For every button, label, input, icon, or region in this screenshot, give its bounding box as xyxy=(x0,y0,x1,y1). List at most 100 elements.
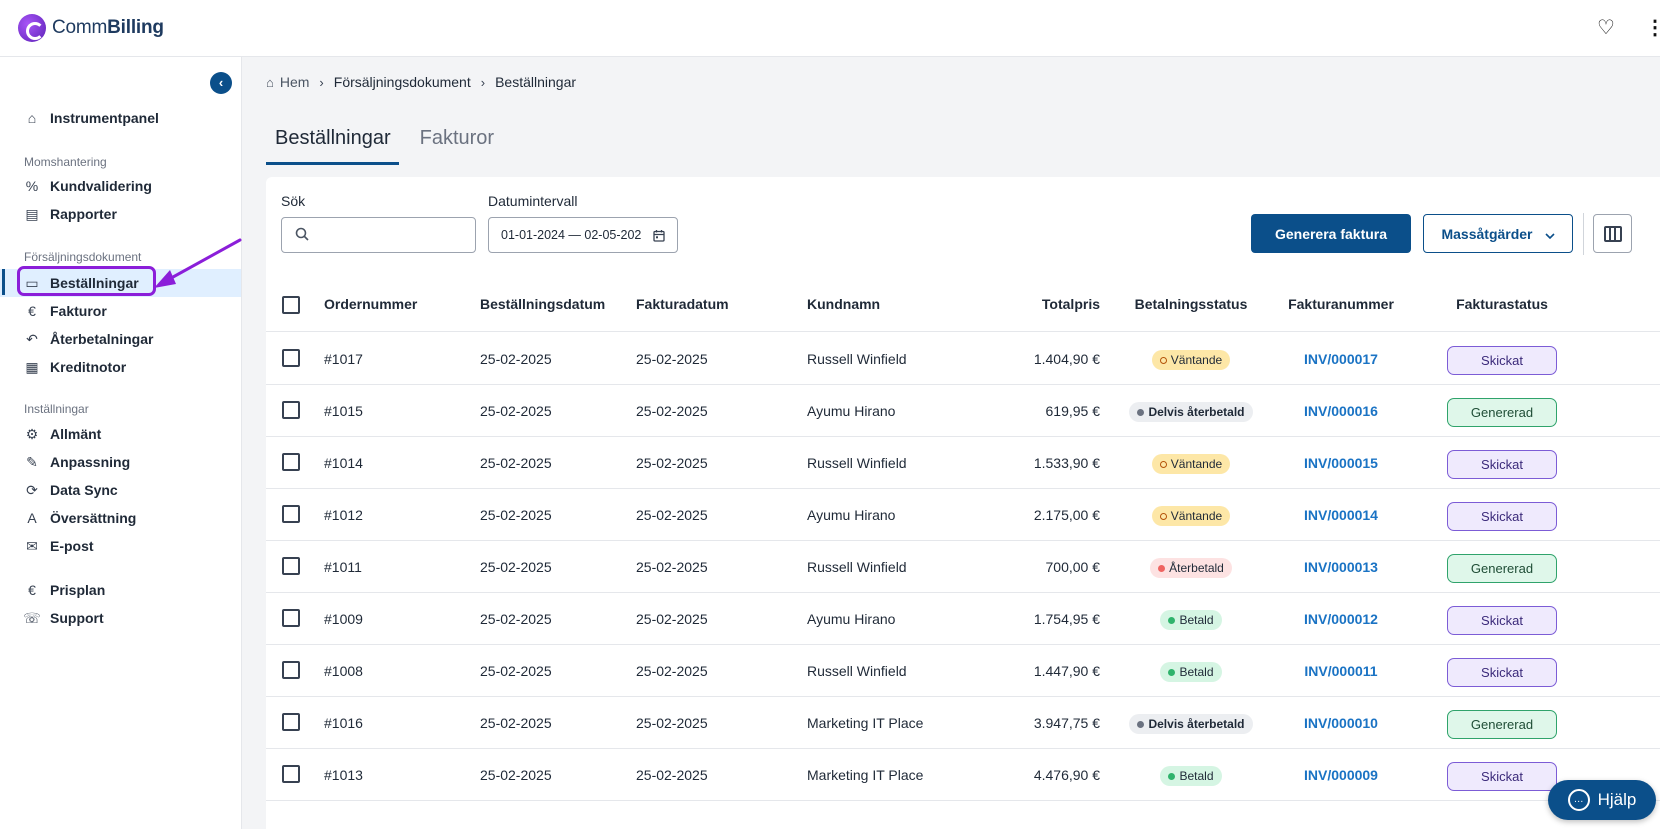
row-checkbox[interactable] xyxy=(282,557,300,575)
order-number[interactable]: #1012 xyxy=(324,489,363,541)
row-checkbox[interactable] xyxy=(282,609,300,627)
calendar-icon[interactable] xyxy=(653,218,665,252)
row-checkbox[interactable] xyxy=(282,765,300,783)
sidebar-item-allmant[interactable]: ⚙ Allmänt xyxy=(0,420,241,448)
invoice-number-link[interactable]: INV/000013 xyxy=(1304,559,1378,575)
breadcrumb-sales-documents[interactable]: Försäljningsdokument xyxy=(334,74,471,90)
sidebar-item-e-post[interactable]: ✉ E-post xyxy=(0,532,241,560)
invoice-number-link[interactable]: INV/000010 xyxy=(1304,715,1378,731)
invoice-number-link[interactable]: INV/000014 xyxy=(1304,507,1378,523)
bulk-actions-dropdown[interactable]: Massåtgärder xyxy=(1423,214,1573,253)
sidebar-item-fakturor[interactable]: € Fakturor xyxy=(0,297,241,325)
order-number[interactable]: #1016 xyxy=(324,697,363,749)
order-number[interactable]: #1015 xyxy=(324,385,363,437)
payment-status-cell: Delvis återbetald xyxy=(1121,697,1261,749)
column-header-customer[interactable]: Kundnamn xyxy=(807,277,880,332)
help-button[interactable]: … Hjälp xyxy=(1548,780,1656,820)
sidebar-item-anpassning[interactable]: ✎ Anpassning xyxy=(0,448,241,476)
invoice-status-badge[interactable]: Skickat xyxy=(1447,605,1557,635)
invoice-status-cell: Skickat xyxy=(1436,333,1568,385)
order-number[interactable]: #1008 xyxy=(324,645,363,697)
sidebar-item-label: Instrumentpanel xyxy=(50,110,159,126)
table-row[interactable]: #1008 25-02-2025 25-02-2025 Russell Winfiel… xyxy=(266,645,1660,697)
table-row[interactable]: #1009 25-02-2025 25-02-2025 Ayumu Hirano 1.7… xyxy=(266,593,1660,645)
table-row[interactable]: #1015 25-02-2025 25-02-2025 Ayumu Hirano 619… xyxy=(266,385,1660,437)
invoice-number-link[interactable]: INV/000012 xyxy=(1304,611,1378,627)
sidebar-item-rapporter[interactable]: ▤ Rapporter xyxy=(0,200,241,228)
home-icon[interactable]: ⌂ xyxy=(266,75,274,90)
table-row[interactable]: #1012 25-02-2025 25-02-2025 Ayumu Hirano 2.1… xyxy=(266,489,1660,541)
invoice-status-badge[interactable]: Skickat xyxy=(1447,345,1557,375)
row-checkbox[interactable] xyxy=(282,661,300,679)
order-number[interactable]: #1011 xyxy=(324,541,362,593)
tab-bestallningar[interactable]: Beställningar xyxy=(266,117,399,165)
order-number[interactable]: #1017 xyxy=(324,333,363,385)
column-header-order[interactable]: Ordernummer xyxy=(324,277,417,332)
row-checkbox[interactable] xyxy=(282,349,300,367)
tab-fakturor[interactable]: Fakturor xyxy=(411,117,503,165)
column-header-payment-status[interactable]: Betalningsstatus xyxy=(1121,277,1261,332)
invoice-number-link[interactable]: INV/000016 xyxy=(1304,403,1378,419)
chat-support-icon: ☏ xyxy=(23,609,41,626)
invoice-status-badge[interactable]: Genererad xyxy=(1447,397,1557,427)
invoice-status-badge[interactable]: Skickat xyxy=(1447,657,1557,687)
order-number[interactable]: #1013 xyxy=(324,749,363,801)
sidebar-item-oversattning[interactable]: A Översättning xyxy=(0,504,241,532)
invoice-status-badge[interactable]: Genererad xyxy=(1447,709,1557,739)
invoice-number-cell: INV/000009 xyxy=(1276,749,1406,801)
customer-name: Ayumu Hirano xyxy=(807,507,896,523)
app-logo[interactable]: CommBilling xyxy=(18,14,164,42)
sidebar-item-aterbetalningar[interactable]: ↶ Återbetalningar xyxy=(0,325,241,353)
invoice-number-link[interactable]: INV/000017 xyxy=(1304,351,1378,367)
invoice-number-link[interactable]: INV/000015 xyxy=(1304,455,1378,471)
order-number[interactable]: #1014 xyxy=(324,437,363,489)
sidebar: ‹ ⌂ Instrumentpanel Momshantering % Kund… xyxy=(0,57,242,829)
more-icon[interactable]: ⋮ xyxy=(1645,16,1660,40)
row-checkbox[interactable] xyxy=(282,713,300,731)
heart-icon[interactable]: ♡ xyxy=(1597,16,1615,40)
generate-invoice-button[interactable]: Generera faktura xyxy=(1251,214,1411,253)
column-header-order-date[interactable]: Beställningsdatum xyxy=(480,277,605,332)
row-checkbox[interactable] xyxy=(282,401,300,419)
breadcrumb-home[interactable]: Hem xyxy=(280,74,310,90)
sidebar-item-kreditnotor[interactable]: ▦ Kreditnotor xyxy=(0,353,241,381)
order-number[interactable]: #1009 xyxy=(324,593,363,645)
help-label: Hjälp xyxy=(1597,790,1637,809)
column-header-invoice-number[interactable]: Fakturanummer xyxy=(1276,277,1406,332)
search-field[interactable] xyxy=(281,217,476,253)
collapse-sidebar-button[interactable]: ‹ xyxy=(210,72,232,94)
column-header-invoice-date[interactable]: Fakturadatum xyxy=(636,277,729,332)
invoice-status-badge[interactable]: Skickat xyxy=(1447,449,1557,479)
row-checkbox[interactable] xyxy=(282,453,300,471)
table-row[interactable]: #1014 25-02-2025 25-02-2025 Russell Winfiel… xyxy=(266,437,1660,489)
row-checkbox[interactable] xyxy=(282,505,300,523)
table-row[interactable]: #1016 25-02-2025 25-02-2025 Marketing IT Pl… xyxy=(266,697,1660,749)
invoice-status-badge[interactable]: Skickat xyxy=(1447,761,1557,791)
highlight-annotation xyxy=(17,266,156,296)
sidebar-item-instrumentpanel[interactable]: ⌂ Instrumentpanel xyxy=(0,104,241,132)
invoice-number-link[interactable]: INV/000009 xyxy=(1304,767,1378,783)
column-header-invoice-status[interactable]: Fakturastatus xyxy=(1436,277,1568,332)
invoice-number-link[interactable]: INV/000011 xyxy=(1304,663,1377,679)
status-dot-icon xyxy=(1159,356,1167,364)
gear-icon: ⚙ xyxy=(25,425,39,442)
order-date: 25-02-2025 xyxy=(480,663,552,679)
sidebar-item-support[interactable]: ☏ Support xyxy=(0,604,241,632)
date-range-input[interactable]: 01-01-2024 — 02-05-202 xyxy=(488,217,678,253)
credit-note-icon: ▦ xyxy=(25,358,39,375)
select-all-checkbox[interactable] xyxy=(282,296,300,314)
table-row[interactable]: #1011 25-02-2025 25-02-2025 Russell Winfiel… xyxy=(266,541,1660,593)
sidebar-item-kundvalidering[interactable]: % Kundvalidering xyxy=(0,172,241,200)
column-header-total[interactable]: Totalpris xyxy=(1000,277,1100,332)
invoice-status-badge[interactable]: Skickat xyxy=(1447,501,1557,531)
chevron-right-icon: › xyxy=(480,74,486,90)
payment-status-cell: Väntande xyxy=(1121,333,1261,385)
sidebar-item-data-sync[interactable]: ⟳ Data Sync xyxy=(0,476,241,504)
invoice-status-badge[interactable]: Genererad xyxy=(1447,553,1557,583)
customer-name: Ayumu Hirano xyxy=(807,611,896,627)
columns-button[interactable] xyxy=(1593,214,1632,253)
table-row[interactable]: #1017 25-02-2025 25-02-2025 Russell Winfiel… xyxy=(266,333,1660,385)
table-row[interactable]: #1013 25-02-2025 25-02-2025 Marketing IT Pl… xyxy=(266,749,1660,801)
search-input[interactable] xyxy=(318,224,468,246)
sidebar-item-prisplan[interactable]: € Prisplan xyxy=(0,576,241,604)
